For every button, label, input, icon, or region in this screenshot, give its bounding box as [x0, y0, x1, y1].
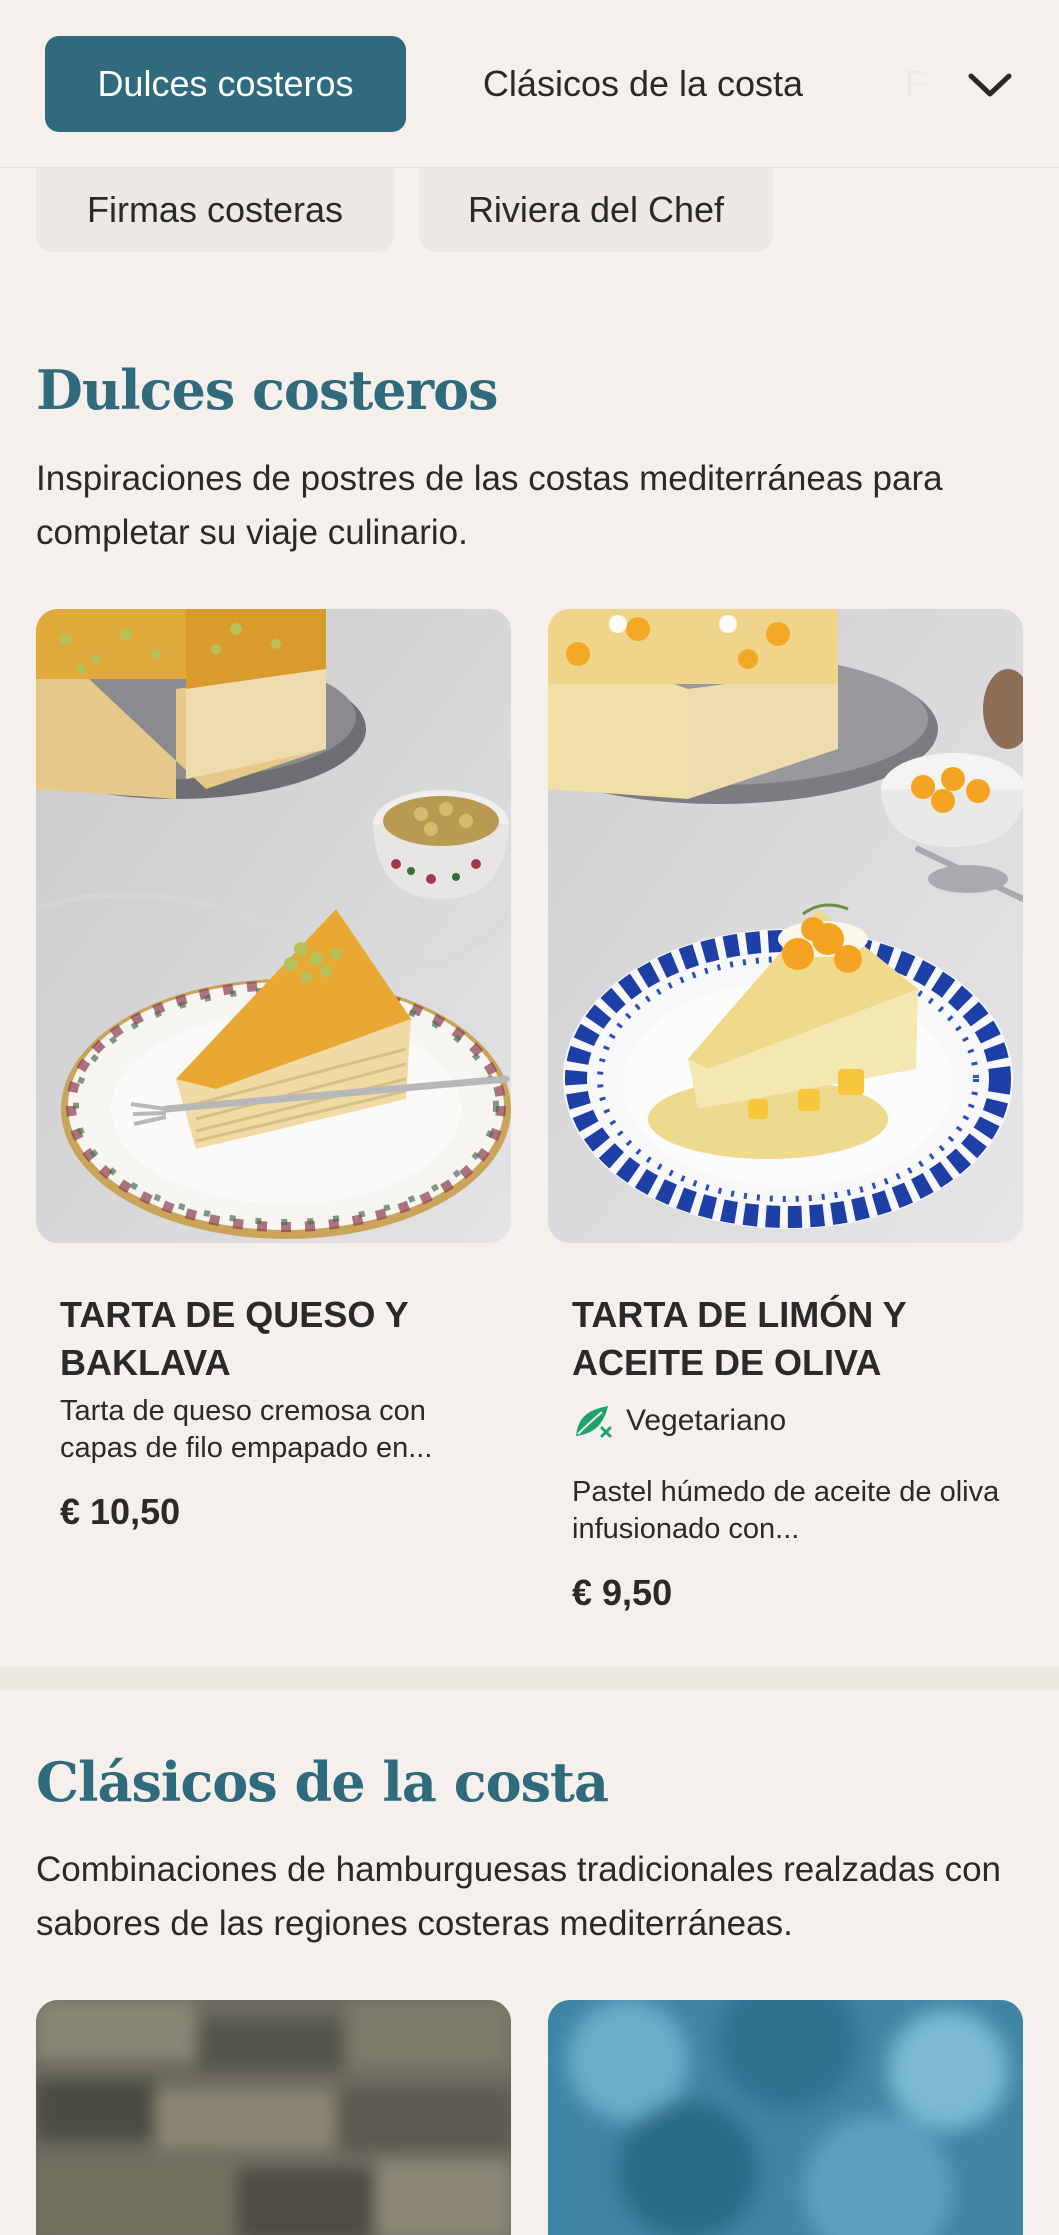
- vegetarian-leaf-icon: [576, 1406, 612, 1438]
- card-image-clasicos-2[interactable]: [548, 2000, 1023, 2235]
- tab-dulces-costeros[interactable]: Dulces costeros: [45, 36, 406, 132]
- card-title-baklava-cheesecake[interactable]: TARTA DE QUESO Y BAKLAVA: [60, 1291, 480, 1387]
- tab-clasicos-de-la-costa[interactable]: Clásicos de la costa: [445, 36, 841, 132]
- card-price-lemon-olive-oil-cake: € 9,50: [572, 1572, 673, 1613]
- category-tab-bar: Dulces costeros Clásicos de la costa F: [0, 0, 1059, 168]
- card-title-lemon-olive-oil-cake[interactable]: TARTA DE LIMÓN Y ACEITE DE OLIVA: [572, 1291, 992, 1387]
- section-description-dulces: Inspiraciones de postres de las costas m…: [36, 459, 943, 552]
- section-description-clasicos: Combinaciones de hamburguesas tradiciona…: [36, 1850, 1002, 1943]
- section-title-clasicos: Clásicos de la costa: [36, 1750, 609, 1814]
- card-image-lemon-olive-oil-cake[interactable]: [548, 609, 1023, 1243]
- card-image-baklava-cheesecake[interactable]: [36, 609, 511, 1243]
- card-image-clasicos-1[interactable]: [36, 2000, 511, 2235]
- section-title-dulces: Dulces costeros: [36, 358, 499, 422]
- card-description-baklava-cheesecake: Tarta de queso cremosa con capas de filo…: [60, 1395, 433, 1464]
- card-price-baklava-cheesecake: € 10,50: [60, 1491, 181, 1532]
- tab-firmas-costeras[interactable]: Firmas costeras: [36, 168, 394, 252]
- card-description-lemon-olive-oil-cake: Pastel húmedo de aceite de oliva infusio…: [572, 1476, 1000, 1545]
- tab-riviera-del-chef[interactable]: Riviera del Chef: [419, 168, 773, 252]
- vegetarian-badge: Vegetariano: [572, 1402, 786, 1440]
- section-divider: [0, 1666, 1059, 1690]
- expand-tabs-button[interactable]: [955, 50, 1025, 120]
- vegetarian-label: Vegetariano: [626, 1404, 787, 1437]
- chevron-down-icon: [968, 73, 1012, 97]
